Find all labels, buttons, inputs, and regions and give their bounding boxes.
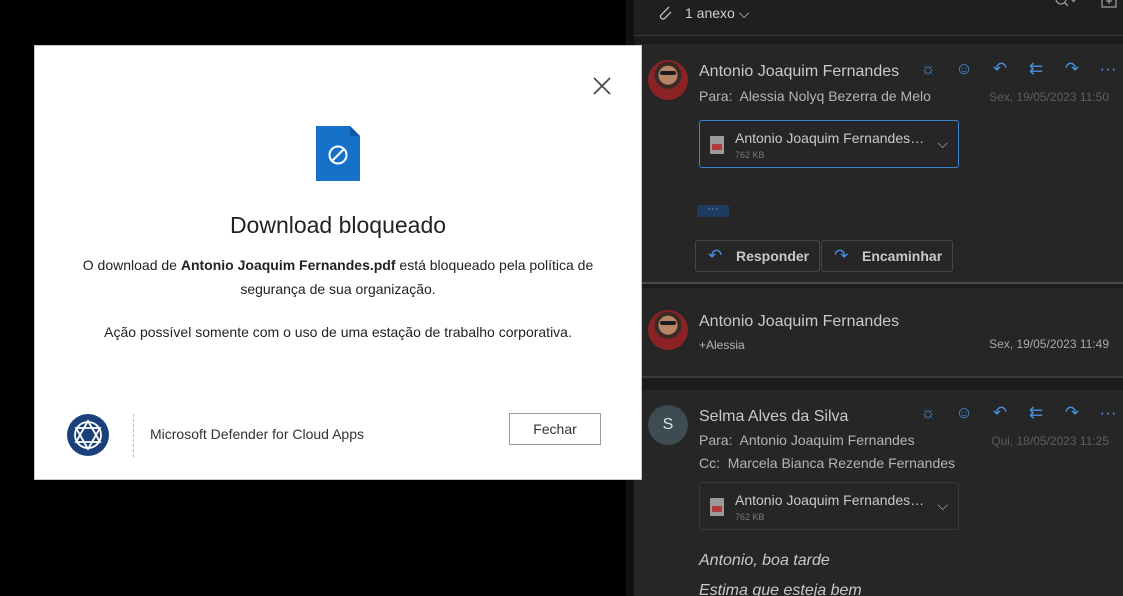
close-icon[interactable] (591, 75, 613, 97)
paperclip-icon (659, 6, 672, 20)
more-icon[interactable]: ··· (1090, 403, 1123, 423)
reply-icon[interactable]: ↶ (982, 59, 1018, 79)
message-date: Sex, 19/05/2023 11:49 (989, 337, 1109, 351)
message-body-line: Antonio, boa tarde (699, 552, 830, 569)
message-date: Qui, 18/05/2023 11:25 (991, 434, 1109, 448)
attachment-card[interactable]: Antonio Joaquim Fernandes.... 762 KB ⌵ (699, 120, 959, 168)
attachment-name: Antonio Joaquim Fernandes.... (735, 492, 925, 508)
reply-icon[interactable]: ↶ (982, 403, 1018, 423)
forward-button[interactable]: ↷ Encaminhar (821, 240, 954, 272)
reply-all-icon[interactable]: ⇇ (1018, 59, 1054, 79)
dialog-title: Download bloqueado (229, 212, 447, 238)
message-actions: ☼ ☺ ↶ ⇇ ↷ ··· (910, 59, 1123, 79)
recipients: Para: Alessia Nolyq Bezerra de Melo (699, 88, 931, 104)
download-blocked-dialog: Download bloqueado O download de Antonio… (34, 45, 642, 480)
message-date: Sex, 19/05/2023 11:50 (989, 90, 1109, 104)
footer-divider (133, 414, 134, 457)
recipients: Para: Antonio Joaquim Fernandes (699, 432, 915, 448)
attachment-name: Antonio Joaquim Fernandes.... (735, 130, 925, 146)
dialog-message: O download de Antonio Joaquim Fernandes.… (82, 257, 594, 297)
chevron-down-icon[interactable]: ⌵ (937, 135, 948, 152)
message-item[interactable]: S Selma Alves da Silva ☼ ☺ ↶ ⇇ ↷ ··· Par… (634, 390, 1123, 596)
blocked-file-icon (316, 126, 360, 181)
message-item[interactable]: Antonio Joaquim Fernandes +Alessia Sex, … (634, 288, 1123, 378)
reply-icon: ↶ (708, 246, 723, 265)
sender-name[interactable]: Selma Alves da Silva (699, 408, 848, 426)
close-button[interactable]: Fechar (509, 413, 601, 445)
forward-icon[interactable]: ↷ (1054, 403, 1090, 423)
reply-button[interactable]: ↶ Responder (695, 240, 821, 272)
message-actions: ☼ ☺ ↶ ⇇ ↷ ··· (910, 403, 1123, 423)
reply-all-icon[interactable]: ⇇ (1018, 403, 1054, 423)
emoji-icon[interactable]: ☺ (946, 403, 982, 423)
sun-icon[interactable]: ☼ (910, 403, 946, 423)
mail-reading-pane: 1 anexo ⌵ Antonio Joaquim Fernandes ☼ ☺ … (626, 0, 1123, 596)
sender-name[interactable]: Antonio Joaquim Fernandes (699, 63, 899, 81)
attachment-card[interactable]: Antonio Joaquim Fernandes.... 762 KB ⌵ (699, 482, 959, 530)
avatar (648, 310, 688, 350)
message-item[interactable]: Antonio Joaquim Fernandes ☼ ☺ ↶ ⇇ ↷ ··· … (634, 44, 1123, 284)
zoom-icon[interactable] (1053, 0, 1077, 10)
avatar (648, 60, 688, 100)
sun-icon[interactable]: ☼ (910, 59, 946, 79)
attachments-toggle[interactable]: 1 anexo ⌵ (685, 5, 749, 22)
avatar: S (648, 405, 688, 445)
show-more-button[interactable]: ··· (697, 204, 729, 217)
popout-icon[interactable] (1101, 0, 1117, 8)
dialog-note: Ação possível somente com o uso de uma e… (104, 324, 572, 340)
defender-logo-icon (67, 414, 109, 456)
message-body-line: Estima que esteja bem (699, 582, 862, 596)
attachments-bar: 1 anexo ⌵ (634, 0, 1123, 36)
pdf-icon (710, 498, 724, 516)
forward-icon[interactable]: ↷ (1054, 59, 1090, 79)
chevron-down-icon[interactable]: ⌵ (937, 497, 948, 514)
more-icon[interactable]: ··· (1090, 59, 1123, 79)
emoji-icon[interactable]: ☺ (946, 59, 982, 79)
pdf-icon (710, 136, 724, 154)
recipients: +Alessia (699, 338, 745, 352)
cc-recipients: Cc: Marcela Bianca Rezende Fernandes (699, 455, 956, 471)
attachment-size: 762 KB (735, 150, 765, 160)
brand-name: Microsoft Defender for Cloud Apps (150, 426, 364, 442)
sender-name[interactable]: Antonio Joaquim Fernandes (699, 313, 899, 331)
forward-icon: ↷ (834, 246, 849, 265)
attachment-size: 762 KB (735, 512, 765, 522)
blocked-file-name: Antonio Joaquim Fernandes.pdf (180, 257, 396, 273)
